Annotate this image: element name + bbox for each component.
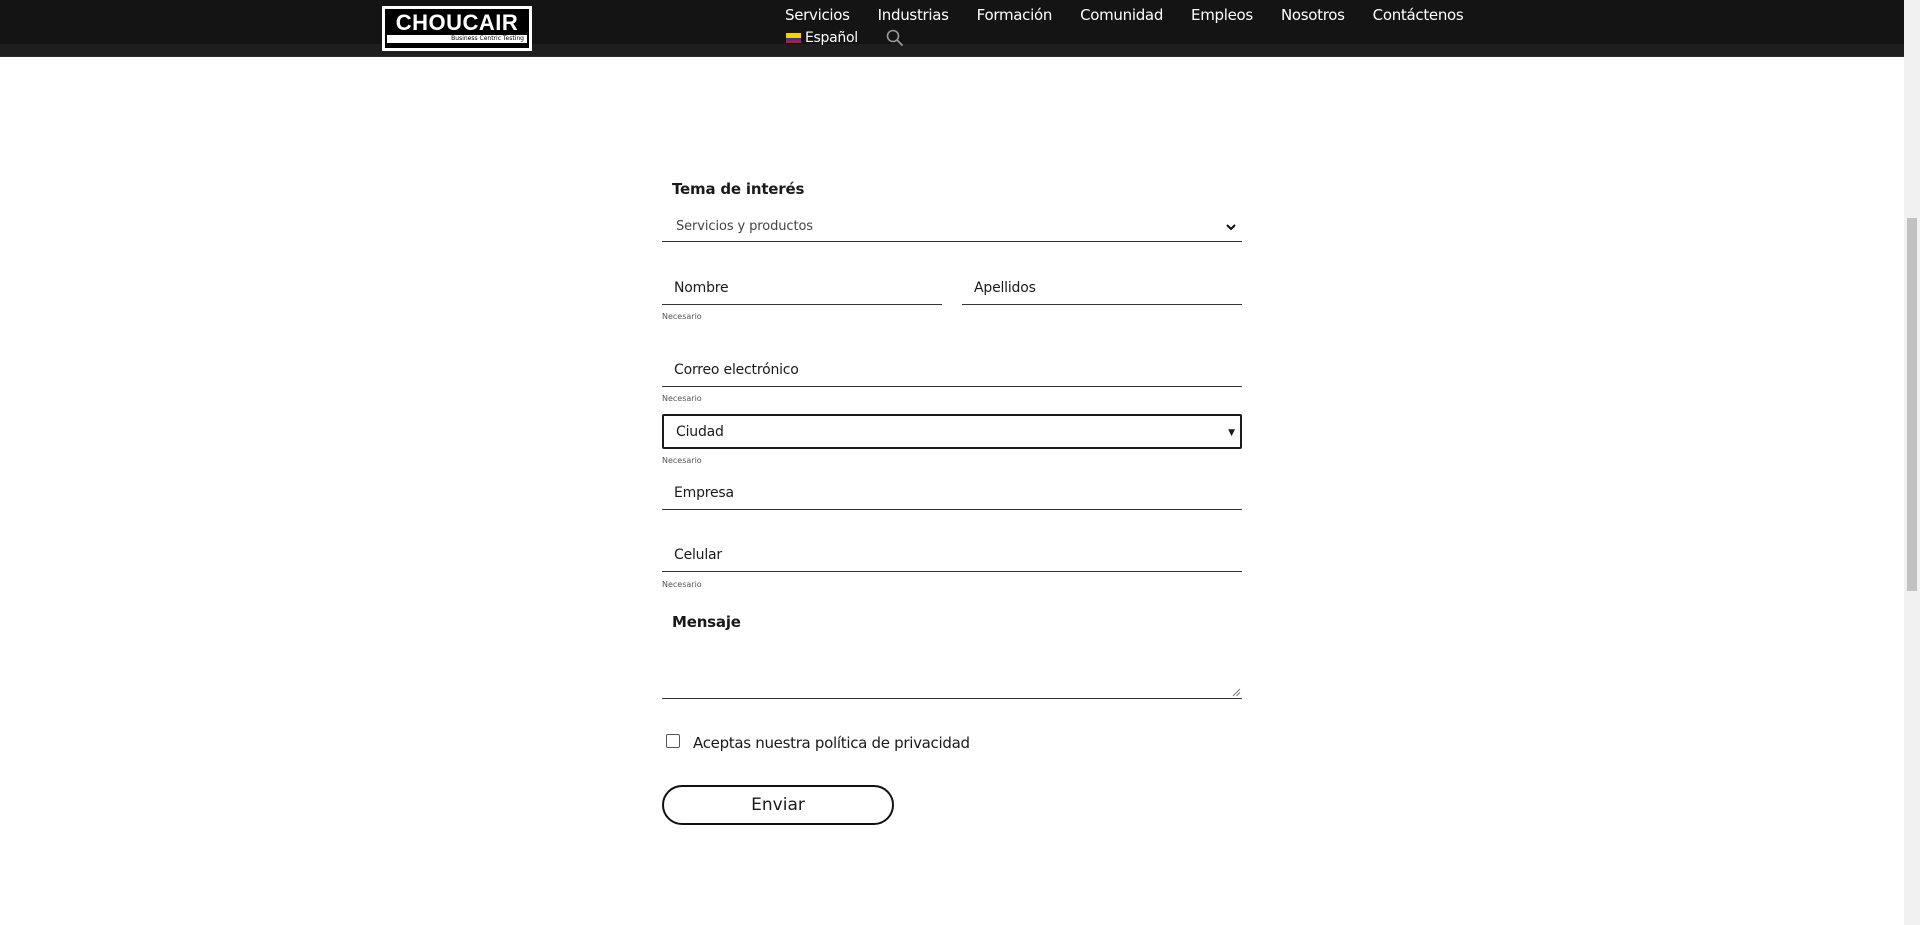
nav-item-nosotros[interactable]: Nosotros — [1281, 6, 1345, 24]
nav-item-servicios[interactable]: Servicios — [785, 6, 850, 24]
email-field[interactable]: Correo electrónico — [662, 352, 1242, 387]
resize-handle-icon[interactable] — [1232, 688, 1241, 697]
logo-tagline: Business Centric Testing — [387, 35, 527, 43]
message-label: Mensaje — [672, 613, 741, 631]
last-name-placeholder: Apellidos — [974, 280, 1036, 296]
dropdown-arrow-icon: ▼ — [1228, 428, 1235, 438]
choucair-logo[interactable]: CHOUCAIR Business Centric Testing — [382, 6, 532, 51]
phone-placeholder: Celular — [674, 547, 722, 563]
nav-item-industrias[interactable]: Industrias — [878, 6, 949, 24]
city-select[interactable]: Ciudad ▼ — [662, 414, 1242, 449]
logo-box: CHOUCAIR Business Centric Testing — [385, 9, 529, 48]
colombia-flag-icon — [786, 33, 801, 43]
first-name-required-note: Necesario — [662, 312, 702, 321]
phone-required-note: Necesario — [662, 580, 702, 589]
page-scrollbar[interactable] — [1904, 0, 1920, 925]
search-icon[interactable] — [885, 28, 905, 48]
message-textarea[interactable]: Mensaje — [662, 600, 1242, 699]
first-name-placeholder: Nombre — [674, 280, 729, 296]
logo-wordmark: CHOUCAIR — [395, 10, 519, 35]
first-name-field[interactable]: Nombre — [662, 270, 942, 305]
scrollbar-thumb[interactable] — [1907, 218, 1917, 591]
header-bottom-strip — [0, 44, 1904, 56]
company-placeholder: Empresa — [674, 485, 734, 501]
privacy-checkbox[interactable] — [666, 734, 680, 748]
language-label: Español — [805, 30, 858, 46]
submit-button[interactable]: Enviar — [662, 785, 894, 825]
nav-item-comunidad[interactable]: Comunidad — [1080, 6, 1163, 24]
email-placeholder: Correo electrónico — [674, 362, 799, 378]
city-select-value: Ciudad — [676, 424, 724, 440]
last-name-field[interactable]: Apellidos — [962, 270, 1242, 305]
topic-select-value: Servicios y productos — [676, 219, 813, 234]
topic-label: Tema de interés — [672, 180, 805, 198]
email-required-note: Necesario — [662, 394, 702, 403]
nav-item-contactenos[interactable]: Contáctenos — [1373, 6, 1464, 24]
site-header: CHOUCAIR Business Centric Testing Servic… — [0, 0, 1904, 56]
phone-field[interactable]: Celular — [662, 537, 1242, 572]
language-selector[interactable]: Español — [786, 30, 858, 46]
city-required-note: Necesario — [662, 456, 702, 465]
topic-select[interactable]: Servicios y productos — [662, 208, 1242, 242]
privacy-label[interactable]: Aceptas nuestra política de privacidad — [693, 734, 970, 752]
company-field[interactable]: Empresa — [662, 475, 1242, 510]
main-nav: Servicios Industrias Formación Comunidad… — [785, 6, 1491, 24]
chevron-down-icon — [1226, 224, 1236, 231]
nav-item-empleos[interactable]: Empleos — [1191, 6, 1253, 24]
nav-item-formacion[interactable]: Formación — [977, 6, 1053, 24]
